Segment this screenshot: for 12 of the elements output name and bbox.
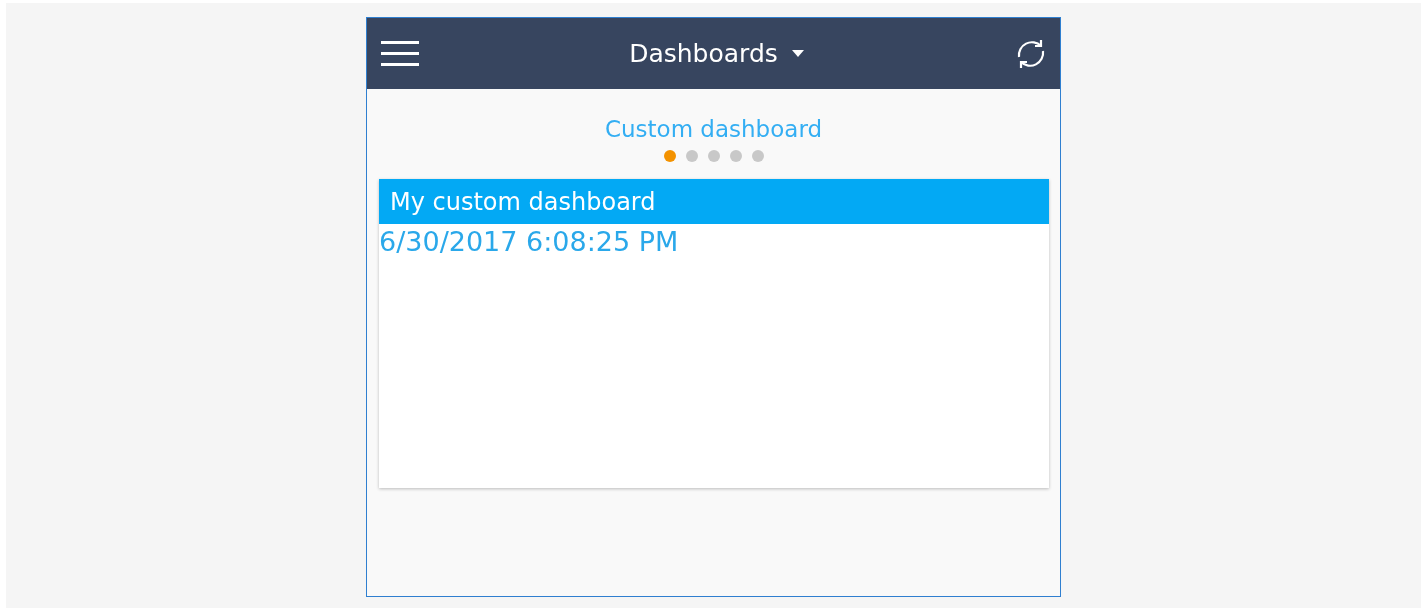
widget-value: 6/30/2017 6:08:25 PM (379, 226, 680, 257)
page-dot[interactable] (707, 150, 720, 162)
caret-icon (791, 50, 804, 57)
page-dot[interactable] (729, 150, 742, 162)
dashboards-dropdown[interactable]: Dashboards (629, 39, 804, 68)
page-dot[interactable] (663, 150, 676, 162)
page-dot[interactable] (685, 150, 698, 162)
page-dot[interactable] (751, 150, 764, 162)
widget-title: My custom dashboard (379, 179, 1049, 224)
menu-button[interactable] (381, 39, 419, 68)
page-title: Custom dashboard (603, 116, 824, 142)
menu-icon (381, 39, 419, 68)
